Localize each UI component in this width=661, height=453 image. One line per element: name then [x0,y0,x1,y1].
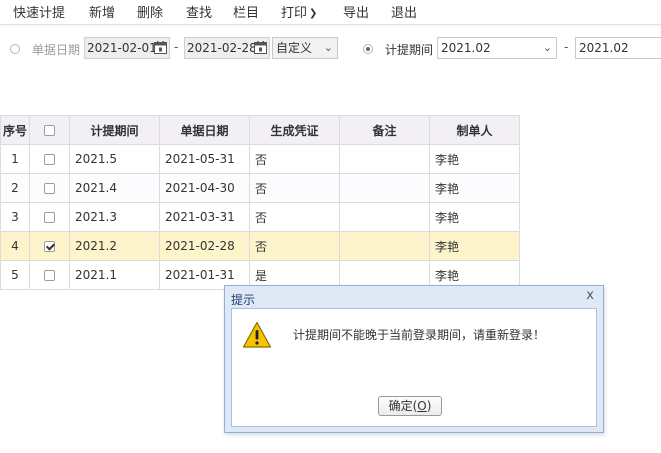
date-to-input[interactable]: 2021-02-28 [184,37,270,59]
calendar-icon[interactable] [154,41,167,54]
row-checkbox-cell [29,260,70,290]
row-maker: 李艳 [429,202,520,232]
row-checkbox[interactable] [44,154,55,165]
row-voucher: 否 [249,144,340,174]
row-seq: 1 [0,144,30,174]
row-period: 2021.1 [69,260,160,290]
alert-dialog: 提示 x 计提期间不能晚于当前登录期间，请重新登录！ 确定(O) [224,285,604,433]
print-label: 打印 [281,6,308,21]
date-from-value: 2021-02-01 [87,41,157,55]
range-preset-select[interactable]: 自定义 ⌄ [272,37,338,59]
col-period[interactable]: 计提期间 [69,115,160,145]
filter-bar: 单据日期 2021-02-01 - 2021-02-28 自定义 ⌄ 计提期间 … [0,36,661,64]
period-range-dash: - [564,40,569,54]
period-radio[interactable] [363,44,373,54]
table-header-row: 序号 计提期间 单据日期 生成凭证 备注 制单人 [0,115,520,145]
row-period: 2021.5 [69,144,160,174]
doc-date-radio[interactable] [10,44,20,54]
close-icon[interactable]: x [586,288,594,303]
print-button[interactable]: 打印 ❯ [281,2,317,21]
row-checkbox-checked[interactable] [44,241,55,252]
toolbar: 快速计提 新增 删除 查找 栏目 打印 ❯ 导出 退出 [0,0,661,25]
row-date: 2021-02-28 [159,231,250,261]
accrual-table: 序号 计提期间 单据日期 生成凭证 备注 制单人 1 2021.5 2021-0… [0,115,520,290]
row-voucher: 否 [249,173,340,203]
row-checkbox[interactable] [44,183,55,194]
row-seq: 5 [0,260,30,290]
calendar-icon[interactable] [254,41,267,54]
ok-button[interactable]: 确定(O) [378,396,442,416]
row-maker: 李艳 [429,231,520,261]
chevron-down-icon: ❯ [309,8,318,19]
row-remark [339,144,430,174]
delete-button[interactable]: 删除 [137,2,163,21]
select-all-checkbox[interactable] [44,125,55,136]
row-checkbox-cell [29,231,70,261]
doc-date-label: 单据日期 [32,43,81,57]
warning-icon [242,321,272,348]
find-button[interactable]: 查找 [186,2,212,21]
dialog-title: 提示 [231,293,256,307]
quick-accrue-button[interactable]: 快速计提 [13,2,65,21]
row-voucher: 否 [249,231,340,261]
dialog-body: 计提期间不能晚于当前登录期间，请重新登录！ 确定(O) [231,308,597,427]
row-checkbox-cell [29,173,70,203]
row-maker: 李艳 [429,144,520,174]
ok-label: 确定( [388,399,418,413]
new-button[interactable]: 新增 [89,2,115,21]
chevron-down-icon: ⌄ [323,41,333,54]
row-maker: 李艳 [429,173,520,203]
period-to-value: 2021.02 [579,41,629,55]
period-from-select[interactable]: 2021.02 ⌄ [437,37,557,59]
period-from-value: 2021.02 [441,41,491,55]
period-label: 计提期间 [385,43,434,57]
table-row-selected[interactable]: 4 2021.2 2021-02-28 否 李艳 [0,231,520,261]
row-seq: 3 [0,202,30,232]
col-remark[interactable]: 备注 [339,115,430,145]
col-seq: 序号 [0,115,30,145]
row-voucher: 否 [249,202,340,232]
row-date: 2021-03-31 [159,202,250,232]
col-select-all [29,115,70,145]
table-row[interactable]: 3 2021.3 2021-03-31 否 李艳 [0,202,520,232]
date-from-input[interactable]: 2021-02-01 [84,37,170,59]
row-period: 2021.2 [69,231,160,261]
col-voucher[interactable]: 生成凭证 [249,115,340,145]
col-doc-date[interactable]: 单据日期 [159,115,250,145]
row-date: 2021-05-31 [159,144,250,174]
col-maker[interactable]: 制单人 [429,115,520,145]
row-checkbox-cell [29,144,70,174]
date-to-value: 2021-02-28 [187,41,257,55]
date-range-dash: - [174,40,179,54]
row-seq: 4 [0,231,30,261]
exit-button[interactable]: 退出 [391,2,417,21]
row-seq: 2 [0,173,30,203]
row-date: 2021-04-30 [159,173,250,203]
ok-hotkey: O [417,399,427,413]
ok-suffix: ) [426,399,432,413]
row-checkbox[interactable] [44,212,55,223]
chevron-down-icon: ⌄ [542,41,552,54]
row-period: 2021.3 [69,202,160,232]
row-remark [339,173,430,203]
period-to-select[interactable]: 2021.02 [575,37,661,59]
table-row[interactable]: 1 2021.5 2021-05-31 否 李艳 [0,144,520,174]
dialog-message: 计提期间不能晚于当前登录期间，请重新登录！ [293,328,546,342]
row-remark [339,202,430,232]
row-remark [339,231,430,261]
range-preset-value: 自定义 [276,41,313,55]
row-checkbox[interactable] [44,270,55,281]
columns-button[interactable]: 栏目 [233,2,259,21]
row-checkbox-cell [29,202,70,232]
row-period: 2021.4 [69,173,160,203]
table-row[interactable]: 2 2021.4 2021-04-30 否 李艳 [0,173,520,203]
export-button[interactable]: 导出 [343,2,369,21]
